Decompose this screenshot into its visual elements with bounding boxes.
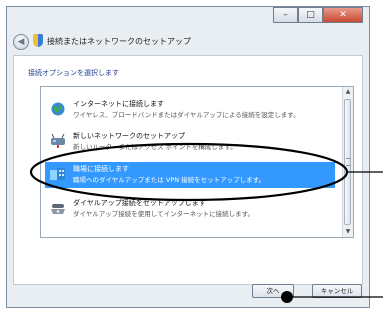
connection-options-list: インターネットに接続します ワイヤレス、ブロードバンドまたはダイヤルアップによる…	[40, 86, 354, 238]
scroll-thumb[interactable]	[344, 99, 351, 225]
option-description: 職場へのダイヤルアップまたは VPN 接続をセットアップします。	[73, 176, 266, 184]
window-controls: – □ ✕	[273, 7, 363, 25]
setup-wizard-window: – □ ✕ ◀ 接続またはネットワークのセットアップ 接続オプションを選択します…	[6, 6, 370, 308]
network-setup-icon	[51, 133, 65, 148]
scroll-grip-icon	[346, 158, 351, 166]
network-shield-icon	[33, 34, 43, 47]
maximize-button[interactable]: □	[298, 7, 323, 23]
option-title: 新しいネットワークのセットアップ	[73, 132, 185, 140]
dialup-phone-icon	[51, 204, 65, 214]
internet-globe-icon	[51, 102, 65, 116]
close-button[interactable]: ✕	[323, 7, 363, 23]
minimize-button[interactable]: –	[273, 7, 298, 23]
list-scrollbar[interactable]: ▲ ▼	[342, 87, 353, 237]
option-description: ワイヤレス、ブロードバンドまたはダイヤルアップによる接続を設定します。	[73, 111, 300, 119]
option-description: ダイヤルアップ接続を使用してインターネットに接続します。	[73, 210, 254, 218]
title-bar: – □ ✕ ◀ 接続またはネットワークのセットアップ	[7, 7, 369, 53]
instruction-text: 接続オプションを選択します	[28, 69, 119, 77]
option-connect-workplace[interactable]: 職場に接続します 職場へのダイヤルアップまたは VPN 接続をセットアップします…	[45, 162, 335, 188]
option-connect-internet[interactable]: インターネットに接続します ワイヤレス、ブロードバンドまたはダイヤルアップによる…	[45, 97, 335, 123]
content-panel: 接続オプションを選択します インターネットに接続します ワイヤレス、ブロードバン…	[13, 55, 363, 285]
option-title: ダイヤルアップ接続をセットアップします	[73, 199, 206, 207]
window-title: 接続またはネットワークのセットアップ	[47, 37, 191, 46]
cancel-button[interactable]: キャンセル	[312, 284, 362, 298]
option-dialup[interactable]: ダイヤルアップ接続をセットアップします ダイヤルアップ接続を使用してインターネッ…	[45, 196, 335, 222]
option-description: 新しいルーターまたはアクセス ポイントを構成します。	[73, 143, 237, 151]
scroll-down-arrow-icon[interactable]: ▼	[343, 227, 353, 237]
next-button[interactable]: 次へ	[252, 284, 294, 298]
workplace-connection-icon	[50, 168, 65, 180]
scroll-up-arrow-icon[interactable]: ▲	[343, 87, 353, 97]
option-title: インターネットに接続します	[73, 100, 164, 108]
option-new-network[interactable]: 新しいネットワークのセットアップ 新しいルーターまたはアクセス ポイントを構成し…	[45, 129, 335, 155]
back-button[interactable]: ◀	[13, 34, 29, 50]
option-title: 職場に接続します	[73, 165, 129, 173]
